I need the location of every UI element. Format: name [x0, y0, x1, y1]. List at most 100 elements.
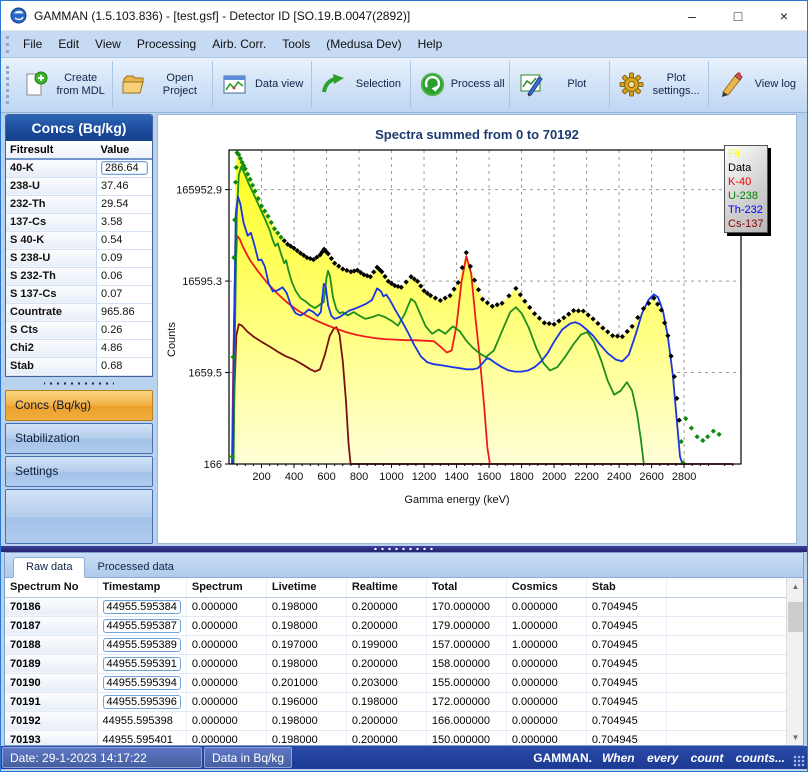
sidebar-item-stabilization[interactable]: Stabilization [5, 423, 153, 454]
resize-grip[interactable] [793, 755, 805, 767]
sidebar-item-concs[interactable]: Concs (Bq/kg) [5, 390, 153, 421]
menu-view[interactable]: View [87, 37, 129, 51]
fitresult-label: S Cts [6, 321, 97, 339]
toolbar: Create from MDL Open Project Data view [1, 58, 807, 113]
raw-column-header[interactable]: Total [426, 578, 506, 597]
concs-column-header: Value [97, 141, 152, 159]
raw-column-header[interactable]: Realtime [346, 578, 426, 597]
svg-text:600: 600 [317, 471, 335, 483]
selection-button[interactable]: Selection [312, 61, 411, 108]
spectrum-chart[interactable]: 2004006008001000120014001600180020002200… [158, 142, 794, 502]
menu-medusa-dev[interactable]: (Medusa Dev) [318, 37, 409, 51]
raw-column-header[interactable]: Livetime [266, 578, 346, 597]
concs-row: 238-U37.46 [6, 177, 152, 195]
timestamp-box[interactable]: 44955.595389 [103, 638, 181, 652]
maximize-button[interactable]: □ [715, 1, 761, 30]
data-cell: 0.201000 [266, 673, 346, 692]
data-cell: 0.000000 [186, 692, 266, 711]
raw-column-header[interactable]: Cosmics [506, 578, 586, 597]
fitresult-label: S 238-U [6, 249, 97, 267]
fitresult-value[interactable]: 0.54 [97, 231, 152, 249]
sidebar-splitter[interactable] [5, 379, 153, 388]
table-row[interactable]: 7019244955.5953980.0000000.1980000.20000… [5, 711, 786, 730]
sidebar-item-settings[interactable]: Settings [5, 456, 153, 487]
tab-raw-data[interactable]: Raw data [13, 557, 85, 578]
y-axis-label: Counts [166, 322, 178, 357]
menu-processing[interactable]: Processing [129, 37, 204, 51]
fitresult-value[interactable]: 29.54 [97, 195, 152, 213]
fitresult-value[interactable]: 0.26 [97, 321, 152, 339]
process-all-button[interactable]: Process all [411, 61, 510, 108]
chart-legend: FitDataK-40U-238Th-232Cs-137 [724, 145, 768, 233]
raw-column-header[interactable]: Timestamp [97, 578, 186, 597]
menu-grip[interactable] [6, 36, 9, 53]
toolbar-grip[interactable] [6, 66, 9, 104]
fitresult-label: 40-K [6, 159, 97, 177]
raw-column-header[interactable]: Spectrum [186, 578, 266, 597]
spectrum-no-cell: 70186 [5, 597, 97, 616]
fitresult-value[interactable]: 4.86 [97, 339, 152, 357]
timestamp-box[interactable]: 44955.595384 [103, 600, 181, 614]
open-project-button[interactable]: Open Project [113, 61, 212, 108]
scrollbar-thumb[interactable] [788, 602, 803, 632]
table-row[interactable]: 7019044955.5953940.0000000.2010000.20300… [5, 673, 786, 692]
table-row[interactable]: 7018744955.5953870.0000000.1980000.20000… [5, 616, 786, 635]
menu-tools[interactable]: Tools [274, 37, 318, 51]
timestamp-box[interactable]: 44955.595396 [103, 695, 181, 709]
raw-column-header[interactable]: Spectrum No [5, 578, 97, 597]
svg-text:400: 400 [285, 471, 303, 483]
data-view-button[interactable]: Data view [213, 61, 312, 108]
fitresult-value[interactable]: 37.46 [97, 177, 152, 195]
table-row[interactable]: 7019344955.5954010.0000000.1980000.20000… [5, 730, 786, 745]
scroll-down-icon[interactable]: ▼ [787, 729, 803, 745]
table-scrollbar[interactable]: ▲ ▼ [786, 578, 803, 745]
concs-row: Chi24.86 [6, 339, 152, 357]
focused-value-cell[interactable]: 286.64 [101, 161, 148, 175]
table-row[interactable]: 7019144955.5953960.0000000.1960000.19800… [5, 692, 786, 711]
timestamp-box[interactable]: 44955.595394 [103, 676, 181, 690]
spectrum-no-cell: 70193 [5, 730, 97, 745]
chart-area[interactable]: 2004006008001000120014001600180020002200… [158, 142, 796, 507]
legend-item-fit: Fit [728, 147, 764, 161]
scroll-up-icon[interactable]: ▲ [787, 578, 803, 594]
data-cell: 0.000000 [506, 673, 586, 692]
legend-item-data: Data [728, 161, 764, 175]
table-row[interactable]: 7018944955.5953910.0000000.1980000.20000… [5, 654, 786, 673]
concs-panel-title: Concs (Bq/kg) [6, 115, 152, 141]
fitresult-value[interactable]: 3.58 [97, 213, 152, 231]
data-cell: 0.000000 [186, 673, 266, 692]
close-button[interactable]: × [761, 1, 807, 30]
menu-edit[interactable]: Edit [50, 37, 87, 51]
raw-column-header[interactable]: Stab [586, 578, 666, 597]
create-from-mdl-button[interactable]: Create from MDL [14, 61, 113, 108]
sidebar-item-empty [5, 489, 153, 545]
minimize-button[interactable]: – [669, 1, 715, 30]
view-log-button[interactable]: View log [709, 61, 807, 108]
concs-column-header: Fitresult [6, 141, 97, 159]
svg-text:2600: 2600 [639, 471, 663, 483]
fitresult-value[interactable]: 0.68 [97, 357, 152, 375]
tab-processed-data[interactable]: Processed data [85, 558, 185, 577]
plot-settings-button[interactable]: Plot settings... [610, 61, 709, 108]
svg-text:2400: 2400 [607, 471, 631, 483]
fitresult-value[interactable]: 0.09 [97, 249, 152, 267]
fitresult-label: Countrate [6, 303, 97, 321]
view-log-icon [717, 71, 744, 98]
menu-bar: File Edit View Processing Airb. Corr. To… [1, 31, 807, 58]
filler-cell [666, 673, 786, 692]
table-row[interactable]: 7018844955.5953890.0000000.1970000.19900… [5, 635, 786, 654]
fitresult-value[interactable]: 965.86 [97, 303, 152, 321]
timestamp-box[interactable]: 44955.595391 [103, 657, 181, 671]
menu-file[interactable]: File [15, 37, 50, 51]
table-row[interactable]: 7018644955.5953840.0000000.1980000.20000… [5, 597, 786, 616]
plot-button[interactable]: Plot [510, 61, 609, 108]
fitresult-value[interactable]: 0.07 [97, 285, 152, 303]
fitresult-value[interactable]: 286.64 [97, 159, 152, 177]
menu-help[interactable]: Help [410, 37, 451, 51]
fitresult-value[interactable]: 0.06 [97, 267, 152, 285]
timestamp-box[interactable]: 44955.595387 [103, 619, 181, 633]
menu-airb-corr[interactable]: Airb. Corr. [204, 37, 274, 51]
data-cell: 0.198000 [346, 692, 426, 711]
brand-motto: When every count counts... [602, 751, 785, 765]
fitresult-label: S 40-K [6, 231, 97, 249]
